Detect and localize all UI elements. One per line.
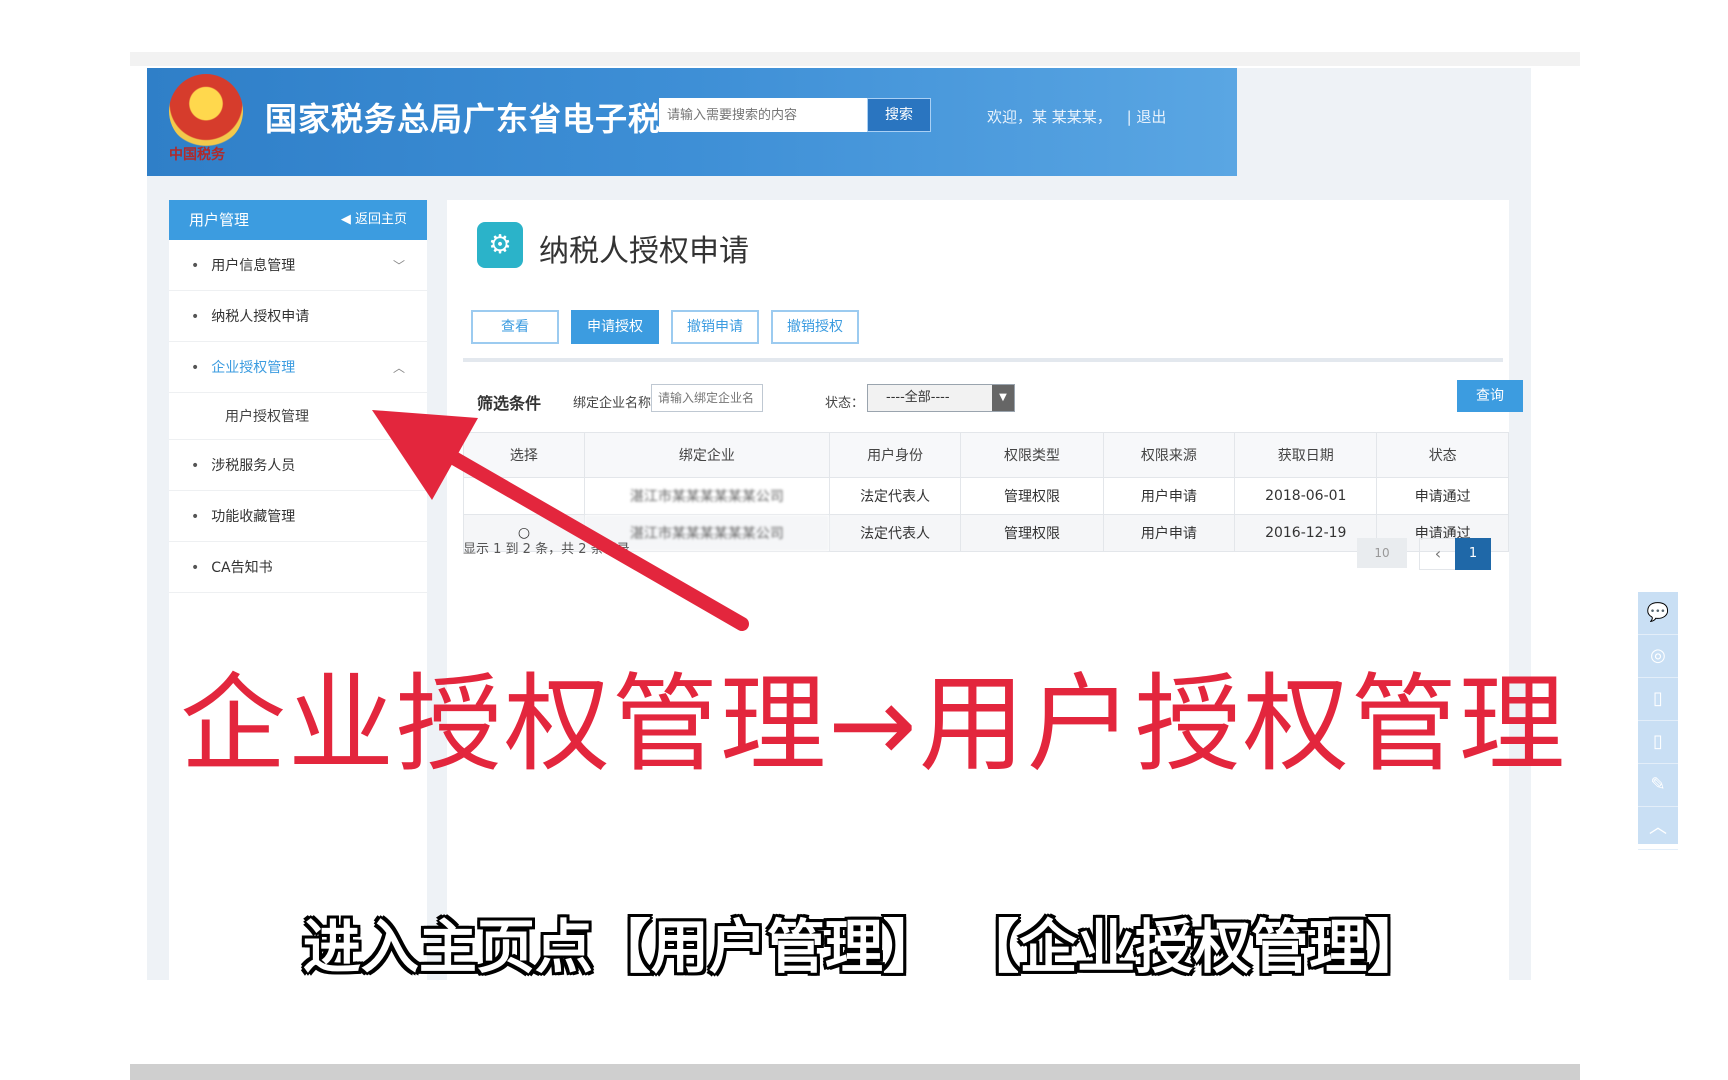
column-header[interactable]: 获取日期 <box>1234 432 1378 478</box>
table-header-row: 选择 绑定企业 用户身份 权限类型 权限来源 获取日期 状态 <box>463 432 1509 478</box>
sidebar-item-label: 功能收藏管理 <box>211 509 296 525</box>
sidebar-item-user-info[interactable]: • 用户信息管理 ﹀ <box>169 240 427 291</box>
back-to-top-icon[interactable]: ︿ <box>1638 807 1678 850</box>
date-cell: 2018-06-01 <box>1234 477 1378 515</box>
tablet-icon[interactable]: ▯ <box>1638 721 1678 764</box>
pager-summary: 显示 1 到 2 条，共 2 条记录 <box>463 542 630 557</box>
sidebar-item-taxpayer-auth[interactable]: • 纳税人授权申请 <box>169 291 427 342</box>
annotation-caption: 企业授权管理→用户授权管理 <box>180 663 1567 786</box>
query-button[interactable]: 查询 <box>1457 380 1523 412</box>
status-select[interactable]: ----全部---- ▼ <box>867 384 1015 412</box>
dropdown-arrow-icon: ▼ <box>992 385 1014 411</box>
sidebar-header: 用户管理 ◀ 返回主页 <box>169 200 427 240</box>
sidebar-item-enterprise-auth[interactable]: • 企业授权管理 ︿ <box>169 342 427 393</box>
identity-cell: 法定代表人 <box>828 477 962 515</box>
back-home-link[interactable]: ◀ 返回主页 <box>341 200 407 240</box>
identity-cell: 法定代表人 <box>828 514 962 552</box>
sidebar-title: 用户管理 <box>189 211 250 229</box>
revoke-auth-button[interactable]: 撤销授权 <box>771 310 859 344</box>
search-input[interactable] <box>659 98 867 132</box>
sidebar: 用户管理 ◀ 返回主页 • 用户信息管理 ﹀ • 纳税人授权申请 • 企业授权管理 ︿… <box>169 200 427 980</box>
column-header[interactable]: 选择 <box>463 432 585 478</box>
column-header[interactable]: 权限类型 <box>960 432 1104 478</box>
chevron-up-icon: ︿ <box>392 360 405 375</box>
status-cell: 申请通过 <box>1376 477 1509 515</box>
portal-header: 中国税务 国家税务总局广东省电子税 搜索 欢迎，某 某某某， | 退出 <box>147 68 1237 176</box>
chevron-down-icon: ﹀ <box>392 258 405 273</box>
page-size-select[interactable]: 10 <box>1357 538 1407 568</box>
authorization-table: 选择 绑定企业 用户身份 权限类型 权限来源 获取日期 状态 湛江市某某某某某某… <box>463 432 1509 552</box>
sidebar-item-ca-notice[interactable]: • CA告知书 <box>169 542 427 593</box>
bullet-icon: • <box>191 560 200 576</box>
edit-icon[interactable]: ✎ <box>1638 764 1678 807</box>
top-divider-bar <box>130 52 1580 66</box>
table-row[interactable]: 湛江市某某某某某某公司 法定代表人 管理权限 用户申请 2018-06-01 申… <box>463 477 1509 515</box>
sidebar-item-label: CA告知书 <box>211 560 273 576</box>
sidebar-item-favorites[interactable]: • 功能收藏管理 <box>169 491 427 542</box>
emblem-subtext: 中国税务 <box>169 147 225 163</box>
column-header[interactable]: 绑定企业 <box>583 432 830 478</box>
page-number-button[interactable]: 1 <box>1455 538 1491 570</box>
main-panel: ⚙ 纳税人授权申请 查看 申请授权 撤销申请 撤销授权 筛选条件 绑定企业名称：… <box>447 200 1523 980</box>
page-title: 纳税人授权申请 <box>539 234 749 269</box>
floating-toolbar: 💬 ◎ ▯ ▯ ✎ ︿ <box>1638 592 1678 850</box>
site-title: 国家税务总局广东省电子税 <box>265 100 662 138</box>
bullet-icon: • <box>191 458 200 474</box>
video-subtitle: 进入主页点【用户管理】 【企业授权管理】 <box>302 913 1426 981</box>
type-cell: 管理权限 <box>960 514 1104 552</box>
section-divider <box>463 358 1503 362</box>
select-cell[interactable] <box>463 477 585 515</box>
national-emblem-icon <box>169 74 243 148</box>
tax-portal-screenshot: 中国税务 国家税务总局广东省电子税 搜索 欢迎，某 某某某， | 退出 用户管理… <box>147 68 1678 980</box>
logout-link[interactable]: | 退出 <box>1127 108 1167 126</box>
bullet-icon: • <box>191 258 200 274</box>
source-cell: 用户申请 <box>1102 477 1236 515</box>
sidebar-item-label: 用户信息管理 <box>211 258 296 274</box>
bullet-icon: • <box>191 509 200 525</box>
bottom-divider-bar <box>130 1064 1580 1080</box>
welcome-area: 欢迎，某 某某某， | 退出 <box>987 106 1166 127</box>
filter-label: 筛选条件 <box>477 394 542 413</box>
bullet-icon: • <box>191 360 200 376</box>
status-label: 状态： <box>825 396 865 411</box>
column-header[interactable]: 状态 <box>1376 432 1509 478</box>
sidebar-subitem-user-auth[interactable]: 用户授权管理 <box>169 393 427 440</box>
action-tabs: 查看 申请授权 撤销申请 撤销授权 <box>471 310 859 344</box>
revoke-application-button[interactable]: 撤销申请 <box>671 310 759 344</box>
settings-icon: ⚙ <box>477 222 523 268</box>
video-frame: 中国税务 国家税务总局广东省电子税 搜索 欢迎，某 某某某， | 退出 用户管理… <box>0 0 1728 1080</box>
source-cell: 用户申请 <box>1102 514 1236 552</box>
view-button[interactable]: 查看 <box>471 310 559 344</box>
sidebar-item-label: 涉税服务人员 <box>211 458 296 474</box>
sidebar-item-tax-service-staff[interactable]: • 涉税服务人员 <box>169 440 427 491</box>
weibo-icon[interactable]: ◎ <box>1638 635 1678 678</box>
column-header[interactable]: 权限来源 <box>1102 432 1236 478</box>
date-cell: 2016-12-19 <box>1234 514 1378 552</box>
sidebar-item-label: 纳税人授权申请 <box>211 309 310 325</box>
search-button[interactable]: 搜索 <box>867 98 931 132</box>
company-name-input[interactable] <box>651 384 763 412</box>
chat-icon[interactable]: 💬 <box>1638 592 1678 635</box>
mobile-icon[interactable]: ▯ <box>1638 678 1678 721</box>
apply-auth-button[interactable]: 申请授权 <box>571 310 659 344</box>
type-cell: 管理权限 <box>960 477 1104 515</box>
company-cell: 湛江市某某某某某某公司 <box>583 477 830 515</box>
welcome-text: 欢迎，某 某某某， <box>987 108 1112 126</box>
bullet-icon: • <box>191 309 200 325</box>
prev-page-button[interactable]: ‹ <box>1419 538 1457 570</box>
column-header[interactable]: 用户身份 <box>828 432 962 478</box>
status-select-value: ----全部---- <box>886 390 950 405</box>
sidebar-item-label: 企业授权管理 <box>211 360 296 376</box>
filter-row: 筛选条件 绑定企业名称： 状态： ----全部---- ▼ 查询 <box>477 380 1523 420</box>
